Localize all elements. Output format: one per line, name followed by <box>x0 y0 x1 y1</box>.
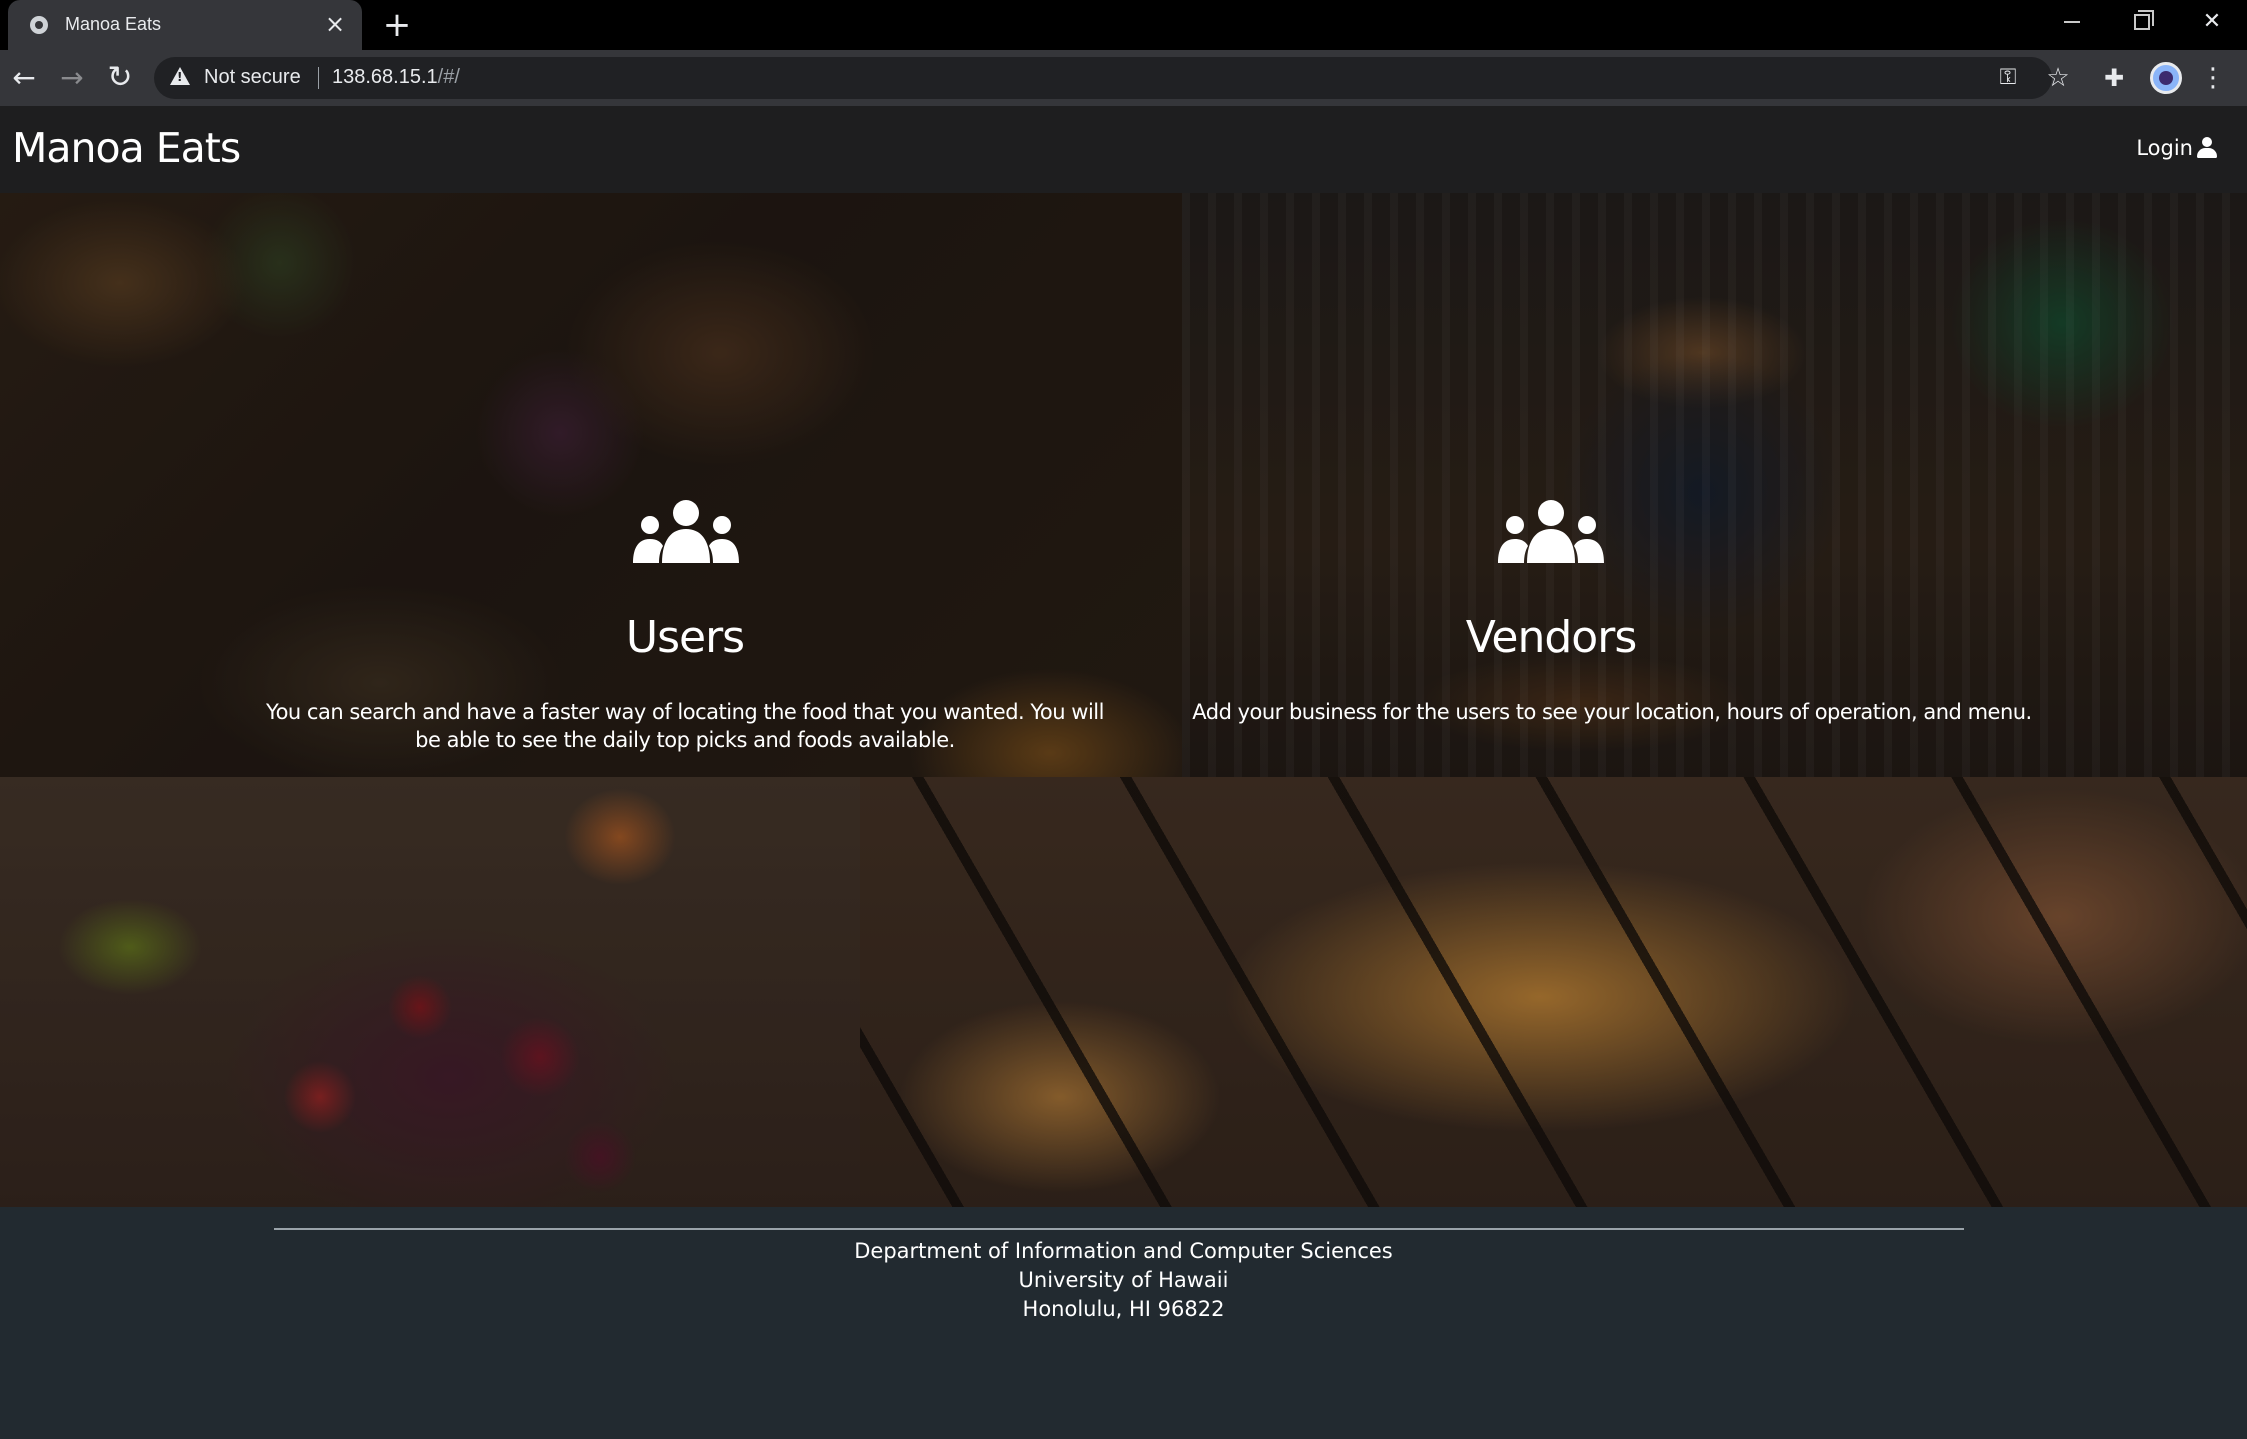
vendors-description: Add your business for the users to see y… <box>1192 700 2032 724</box>
browser-menu-icon[interactable]: ⋮ <box>2200 62 2226 94</box>
browser-tab-strip: Manoa Eats × + ✕ <box>0 0 2247 50</box>
photo-row-overlay <box>0 777 2247 1207</box>
url-text[interactable]: 138.68.15.1/#/ <box>332 66 460 89</box>
site-footer: Department of Information and Computer S… <box>0 1207 2247 1439</box>
users-group-icon <box>633 500 739 563</box>
vendors-group-icon <box>1498 500 1604 563</box>
close-window-button[interactable]: ✕ <box>2180 0 2244 44</box>
footer-city: Honolulu, HI 96822 <box>1022 1297 1225 1321</box>
users-panel-overlay <box>0 193 1182 777</box>
security-label[interactable]: Not secure <box>204 66 301 89</box>
bookmark-star-icon[interactable]: ☆ <box>2044 64 2072 92</box>
vendors-panel: Vendors Add your business for the users … <box>1182 193 2247 777</box>
footer-university: University of Hawaii <box>1018 1268 1229 1292</box>
site-favicon-icon <box>30 16 48 34</box>
browser-toolbar: ← → ↻ Not secure 138.68.15.1/#/ ⚿ ☆ ✚ ⋮ <box>0 50 2247 106</box>
tab-title: Manoa Eats <box>65 14 162 34</box>
forward-arrow-icon[interactable]: → <box>54 60 90 96</box>
users-title: Users <box>625 612 745 663</box>
photo-row <box>0 777 2247 1207</box>
web-page: Manoa Eats Login Users You can search an… <box>0 106 2247 1439</box>
new-tab-button[interactable]: + <box>380 8 414 42</box>
site-navbar: Manoa Eats Login <box>0 106 2247 193</box>
login-label: Login <box>2136 136 2193 160</box>
address-divider <box>318 67 319 89</box>
url-path: /#/ <box>437 66 460 88</box>
users-description: You can search and have a faster way of … <box>266 700 1104 752</box>
footer-divider <box>274 1228 1964 1230</box>
url-host: 138.68.15.1 <box>332 66 438 88</box>
extensions-puzzle-icon[interactable]: ✚ <box>2102 66 2126 90</box>
vendors-panel-overlay <box>1182 193 2247 777</box>
site-brand[interactable]: Manoa Eats <box>12 124 241 172</box>
hero-section: Users You can search and have a faster w… <box>0 193 2247 777</box>
key-icon[interactable]: ⚿ <box>1994 64 2022 92</box>
warning-icon[interactable] <box>170 67 190 85</box>
minimize-window-button[interactable] <box>2040 0 2104 44</box>
address-bar[interactable]: Not secure 138.68.15.1/#/ ⚿ ☆ <box>154 57 2070 99</box>
close-tab-icon[interactable]: × <box>322 11 348 37</box>
vendors-title: Vendors <box>1465 612 1638 663</box>
browser-tab[interactable]: Manoa Eats × <box>8 0 362 50</box>
login-button[interactable]: Login <box>2136 136 2217 160</box>
user-icon <box>2197 137 2217 159</box>
reload-icon[interactable]: ↻ <box>102 60 138 96</box>
restore-window-button[interactable] <box>2110 0 2174 44</box>
users-panel: Users You can search and have a faster w… <box>0 193 1182 777</box>
footer-department: Department of Information and Computer S… <box>854 1239 1393 1263</box>
profile-avatar-icon[interactable] <box>2150 62 2182 94</box>
footer-address: Department of Information and Computer S… <box>0 1237 2247 1324</box>
back-arrow-icon[interactable]: ← <box>6 60 42 96</box>
